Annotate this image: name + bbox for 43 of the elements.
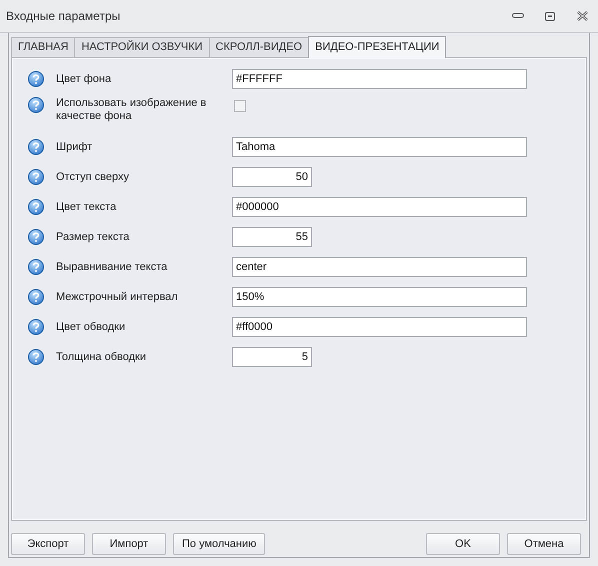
window-title: Входные параметры — [6, 8, 120, 25]
field-label: Отступ сверху — [56, 171, 130, 184]
field-label: Шрифт — [56, 141, 94, 154]
field-label: Выравнивание текста — [56, 261, 168, 274]
field-label: Использовать изображение в качестве фона — [56, 97, 208, 123]
close-icon — [576, 11, 588, 21]
field-label: Толщина обводки — [56, 351, 147, 364]
tab[interactable]: ВИДЕО-ПРЕЗЕНТАЦИИ — [308, 36, 446, 58]
field-label: Межстрочный интервал — [56, 291, 179, 304]
field-label: Цвет текста — [56, 201, 118, 214]
dialog-button[interactable]: По умолчанию — [173, 533, 266, 555]
input-field[interactable]: 50 — [232, 167, 312, 187]
dialog-button[interactable]: Экспорт — [11, 533, 85, 555]
dialog-button[interactable]: OK — [426, 533, 500, 555]
field-label: Размер текста — [56, 231, 130, 244]
input-field[interactable]: #ff0000 — [232, 317, 527, 337]
help-icon[interactable] — [28, 139, 44, 155]
help-icon[interactable] — [28, 229, 44, 245]
help-icon[interactable] — [28, 71, 44, 87]
help-icon[interactable] — [28, 349, 44, 365]
input-field[interactable]: center — [232, 257, 527, 277]
input-field[interactable]: #FFFFFF — [232, 69, 527, 89]
help-icon[interactable] — [28, 199, 44, 215]
help-icon[interactable] — [28, 319, 44, 335]
input-field[interactable]: 5 — [232, 347, 312, 367]
input-field[interactable]: 55 — [232, 227, 312, 247]
help-icon[interactable] — [28, 97, 44, 113]
tab[interactable]: ГЛАВНАЯ — [11, 37, 76, 57]
help-icon[interactable] — [28, 289, 44, 305]
input-field[interactable]: #000000 — [232, 197, 527, 217]
input-field[interactable]: Tahoma — [232, 137, 527, 157]
field-label: Цвет фона — [56, 73, 112, 86]
minimize-icon — [512, 13, 524, 19]
field-label: Цвет обводки — [56, 321, 126, 334]
help-icon[interactable] — [28, 259, 44, 275]
dialog-button[interactable]: Отмена — [507, 533, 581, 555]
help-icon[interactable] — [28, 169, 44, 185]
checkbox[interactable] — [234, 100, 246, 112]
maximize-icon — [545, 12, 555, 20]
tab[interactable]: СКРОЛЛ-ВИДЕО — [208, 37, 310, 57]
tab[interactable]: НАСТРОЙКИ ОЗВУЧКИ — [74, 37, 210, 57]
dialog-button[interactable]: Импорт — [92, 533, 166, 555]
input-field[interactable]: 150% — [232, 287, 527, 307]
